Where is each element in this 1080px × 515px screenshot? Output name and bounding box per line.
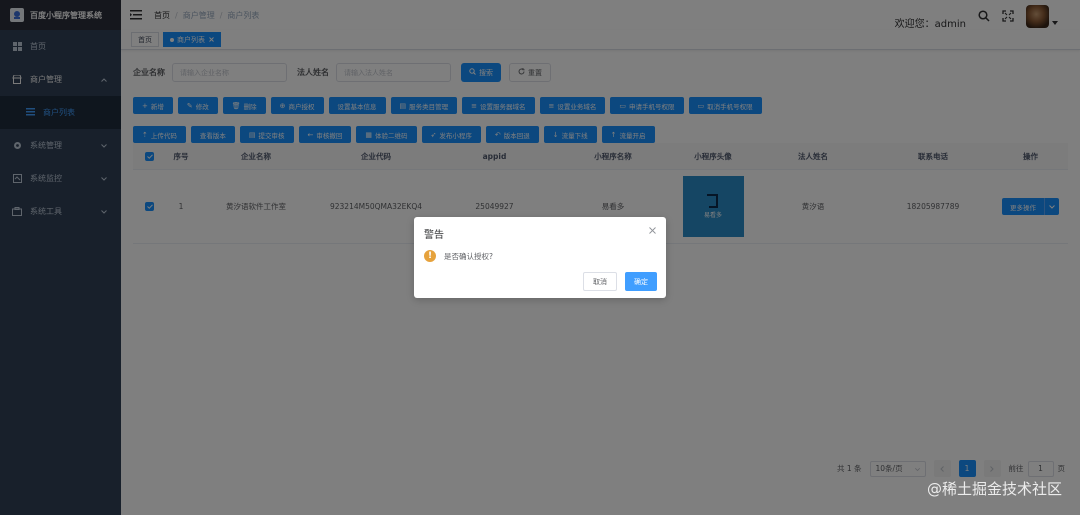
- confirm-button[interactable]: 确定: [625, 272, 657, 291]
- watermark: @稀土掘金技术社区: [926, 480, 1062, 498]
- cancel-button[interactable]: 取消: [583, 272, 617, 291]
- dialog-message: 是否确认授权?: [444, 251, 493, 261]
- confirm-dialog: 警告 ! 是否确认授权? 取消 确定: [414, 217, 666, 298]
- dialog-title: 警告: [424, 230, 444, 241]
- close-icon[interactable]: [649, 227, 656, 236]
- warning-icon: !: [424, 250, 436, 262]
- dialog-footer: 取消 确定: [583, 272, 657, 291]
- dialog-body: ! 是否确认授权?: [424, 250, 493, 262]
